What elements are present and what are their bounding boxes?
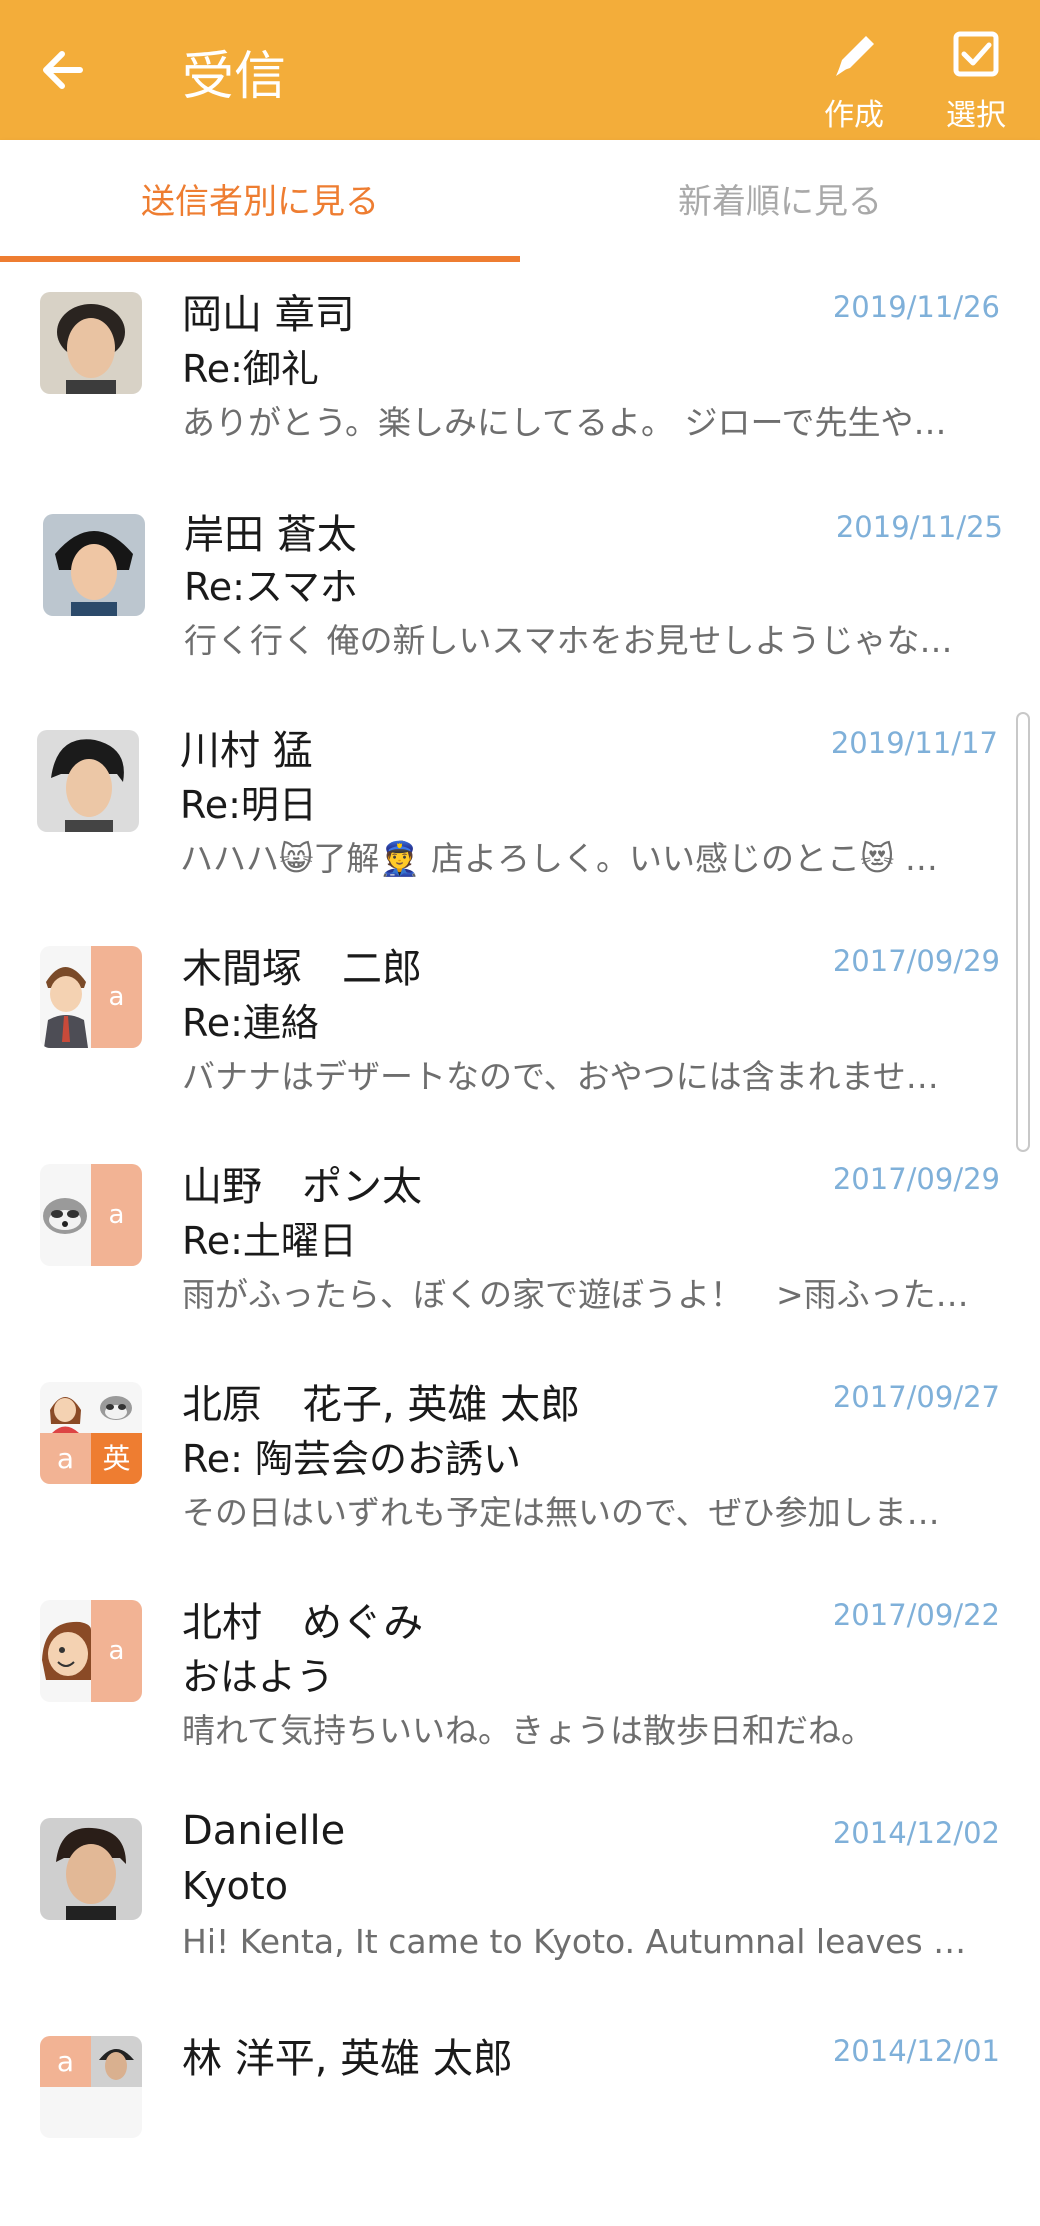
message-date: 2014/12/01 bbox=[832, 2034, 1000, 2068]
avatar bbox=[37, 730, 139, 832]
sender-name: 林 洋平, 英雄 太郎 bbox=[182, 2036, 513, 2082]
message-preview: バナナはデザートなので、おやつには含まれませ… bbox=[182, 1057, 939, 1096]
select-label: 選択 bbox=[946, 98, 1006, 133]
message-preview: 行く行く 俺の新しいスマホをお見せしようじゃな… bbox=[184, 621, 953, 660]
message-subject: Re:土曜日 bbox=[182, 1219, 357, 1263]
message-subject: Re:御礼 bbox=[182, 347, 319, 391]
message-row[interactable]: 岡山 章司 2019/11/26 Re:御礼 ありがとう。楽しみにしてるよ。 ジ… bbox=[0, 264, 1040, 484]
pencil-icon bbox=[836, 36, 874, 76]
badge-ei: 英 bbox=[91, 1433, 142, 1484]
scrollbar[interactable] bbox=[1016, 712, 1030, 1152]
checkbox-icon bbox=[953, 31, 999, 77]
avatar: a bbox=[40, 1164, 142, 1266]
message-row[interactable]: a 英 北原 花子, 英雄 太郎 2017/09/27 Re: 陶芸会のお誘い … bbox=[0, 1354, 1040, 1574]
avatar: a bbox=[40, 1600, 142, 1702]
tab-bar: 送信者別に見る 新着順に見る bbox=[0, 140, 1040, 264]
raccoon-illustration bbox=[91, 1382, 142, 1433]
avatar bbox=[40, 1818, 142, 1920]
message-subject: Re:明日 bbox=[180, 783, 317, 827]
badge-a: a bbox=[91, 1600, 142, 1702]
message-row[interactable]: a 林 洋平, 英雄 太郎 2014/12/01 bbox=[0, 2008, 1040, 2226]
message-subject: Re:連絡 bbox=[182, 1001, 319, 1045]
tab-by-sender[interactable]: 送信者別に見る bbox=[0, 140, 520, 264]
message-date: 2017/09/29 bbox=[832, 944, 1000, 978]
group-avatar: a 英 bbox=[40, 1382, 142, 1484]
message-subject: Re:スマホ bbox=[184, 565, 358, 609]
group-avatar: a bbox=[40, 2036, 142, 2138]
message-preview: その日はいずれも予定は無いので、ぜひ参加しま… bbox=[182, 1493, 940, 1532]
sender-name: 北村 めぐみ bbox=[182, 1600, 424, 1646]
message-preview: Hi! Kenta, It came to Kyoto. Autumnal le… bbox=[182, 1922, 982, 1961]
sender-name: 山野 ポン太 bbox=[182, 1164, 422, 1210]
avatar bbox=[40, 292, 142, 394]
woman-illustration bbox=[40, 1382, 91, 1433]
badge-a: a bbox=[40, 2036, 91, 2087]
badge-a: a bbox=[91, 1164, 142, 1266]
message-row[interactable]: Danielle 2014/12/02 Kyoto Hi! Kenta, It … bbox=[0, 1790, 1040, 2010]
message-row[interactable]: a 北村 めぐみ 2017/09/22 おはよう 晴れて気持ちいいね。きょうは散… bbox=[0, 1572, 1040, 1792]
sender-name: Danielle bbox=[182, 1808, 346, 1854]
app-header: 受信 作成 選択 bbox=[0, 0, 1040, 140]
businessman-illustration bbox=[40, 946, 91, 1048]
message-date: 2017/09/27 bbox=[832, 1380, 1000, 1414]
avatar bbox=[43, 514, 145, 616]
active-tab-indicator bbox=[0, 256, 520, 262]
message-date: 2019/11/26 bbox=[832, 290, 1000, 324]
message-date: 2019/11/25 bbox=[835, 510, 1003, 544]
raccoon-illustration bbox=[40, 1164, 91, 1266]
sender-name: 木間塚 二郎 bbox=[182, 946, 422, 992]
message-row[interactable]: a 木間塚 二郎 2017/09/29 Re:連絡 バナナはデザートなので、おや… bbox=[0, 918, 1040, 1138]
person-photo bbox=[91, 2036, 142, 2087]
sender-name: 岸田 蒼太 bbox=[184, 512, 357, 558]
message-row[interactable]: a 山野 ポン太 2017/09/29 Re:土曜日 雨がふったら、ぼくの家で遊… bbox=[0, 1136, 1040, 1356]
page-title: 受信 bbox=[182, 47, 287, 107]
woman-illustration bbox=[40, 1600, 91, 1702]
sender-name: 川村 猛 bbox=[180, 728, 313, 774]
message-date: 2017/09/22 bbox=[832, 1598, 1000, 1632]
compose-label: 作成 bbox=[824, 98, 884, 133]
back-arrow-icon[interactable] bbox=[28, 30, 108, 110]
message-preview: 雨がふったら、ぼくの家で遊ぼうよ！ >雨ふった… bbox=[182, 1275, 969, 1314]
avatar: a bbox=[40, 946, 142, 1048]
select-button[interactable]: 選択 bbox=[926, 24, 1026, 134]
compose-button[interactable]: 作成 bbox=[804, 24, 904, 134]
sender-name: 岡山 章司 bbox=[182, 292, 355, 338]
message-date: 2014/12/02 bbox=[832, 1816, 1000, 1850]
message-row[interactable]: 川村 猛 2019/11/17 Re:明日 ハハハ😸了解👮 店よろしく。いい感じ… bbox=[0, 700, 1040, 920]
message-date: 2017/09/29 bbox=[832, 1162, 1000, 1196]
message-subject: おはよう bbox=[182, 1655, 335, 1699]
message-preview: ハハハ😸了解👮 店よろしく。いい感じのとこ😻 … bbox=[180, 839, 938, 878]
message-subject: Re: 陶芸会のお誘い bbox=[182, 1437, 521, 1481]
message-row[interactable]: 岸田 蒼太 2019/11/25 Re:スマホ 行く行く 俺の新しいスマホをお見… bbox=[0, 482, 1040, 702]
message-preview: ありがとう。楽しみにしてるよ。 ジローで先生や… bbox=[182, 403, 947, 442]
tab-by-newest[interactable]: 新着順に見る bbox=[520, 140, 1040, 264]
badge-a: a bbox=[40, 1433, 91, 1484]
message-date: 2019/11/17 bbox=[830, 726, 998, 760]
message-preview: 晴れて気持ちいいね。きょうは散歩日和だね。 bbox=[182, 1711, 875, 1750]
sender-name: 北原 花子, 英雄 太郎 bbox=[182, 1382, 581, 1428]
badge-a: a bbox=[91, 946, 142, 1048]
message-subject: Kyoto bbox=[182, 1864, 289, 1908]
